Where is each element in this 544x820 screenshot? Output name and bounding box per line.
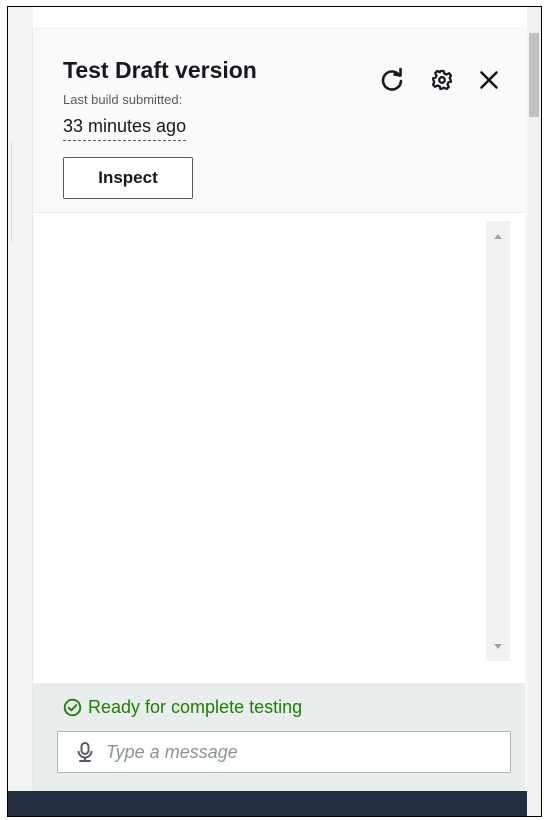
page-scrollbar[interactable] bbox=[527, 7, 541, 816]
check-circle-icon bbox=[63, 698, 82, 717]
refresh-icon[interactable] bbox=[377, 65, 407, 95]
last-build-time[interactable]: 33 minutes ago bbox=[63, 116, 187, 141]
status-text: Ready for complete testing bbox=[88, 696, 303, 717]
test-panel-footer: Ready for complete testing bbox=[33, 683, 525, 791]
gear-icon[interactable] bbox=[427, 65, 457, 95]
scroll-down-arrow-icon[interactable] bbox=[494, 644, 502, 649]
conversation-area bbox=[33, 213, 525, 683]
conversation-scrollbar[interactable] bbox=[486, 221, 510, 661]
close-icon[interactable] bbox=[474, 65, 504, 95]
left-edge-divider bbox=[8, 142, 12, 242]
panel-title: Test Draft version bbox=[63, 57, 257, 83]
inspect-button[interactable]: Inspect bbox=[63, 157, 193, 199]
scroll-up-arrow-icon[interactable] bbox=[494, 234, 502, 239]
last-build-label: Last build submitted: bbox=[63, 92, 183, 107]
message-box[interactable] bbox=[57, 731, 511, 773]
page-scrollbar-thumb[interactable] bbox=[529, 33, 539, 117]
test-panel: Test Draft version Last build submitted:… bbox=[33, 29, 525, 791]
window-frame: Test Draft version Last build submitted:… bbox=[7, 6, 542, 817]
left-background-strip bbox=[8, 7, 33, 816]
microphone-icon[interactable] bbox=[74, 741, 96, 763]
status-message: Ready for complete testing bbox=[63, 695, 302, 719]
bottom-bar bbox=[8, 791, 527, 816]
test-panel-header: Test Draft version Last build submitted:… bbox=[33, 29, 525, 213]
message-input[interactable] bbox=[106, 741, 486, 763]
